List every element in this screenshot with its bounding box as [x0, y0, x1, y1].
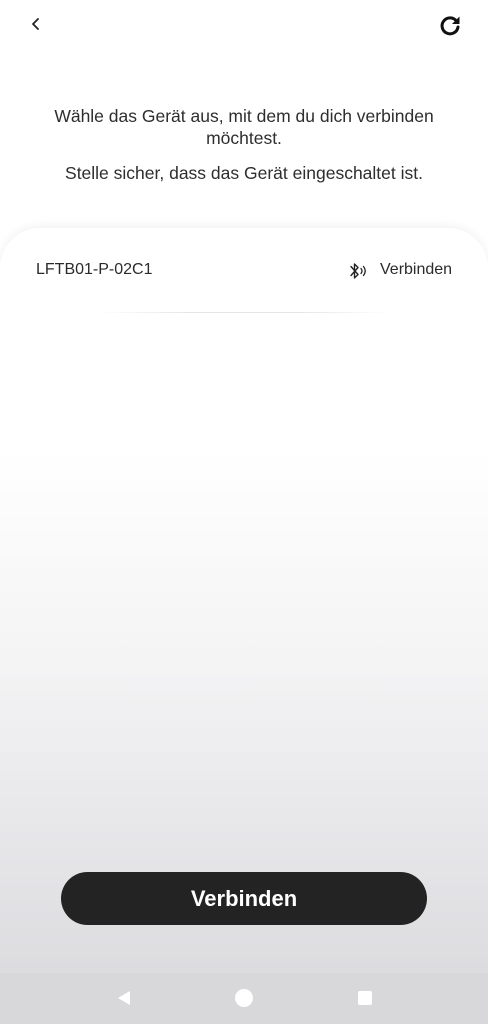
- refresh-button[interactable]: [436, 12, 464, 40]
- back-button[interactable]: [24, 10, 48, 38]
- nav-recents-button[interactable]: [354, 987, 376, 1009]
- nav-home-button[interactable]: [233, 987, 255, 1009]
- device-list-item[interactable]: LFTB01-P-02C1 Verbinden: [0, 246, 488, 296]
- device-name: LFTB01-P-02C1: [36, 261, 153, 278]
- system-navigation-bar: [0, 973, 488, 1024]
- home-circle-icon: [235, 989, 253, 1007]
- connect-button[interactable]: Verbinden: [61, 872, 427, 925]
- bluetooth-icon: [350, 263, 366, 279]
- top-bar: [0, 0, 488, 56]
- device-connect-link[interactable]: Verbinden: [380, 261, 452, 279]
- instructions: Wähle das Gerät aus, mit dem du dich ver…: [30, 105, 458, 184]
- device-list-panel: LFTB01-P-02C1 Verbinden: [0, 228, 488, 973]
- instruction-select-device: Wähle das Gerät aus, mit dem du dich ver…: [54, 106, 434, 148]
- chevron-left-icon: [32, 18, 39, 30]
- recents-square-icon: [358, 991, 372, 1005]
- back-triangle-icon: [118, 991, 130, 1005]
- refresh-icon: [440, 16, 460, 36]
- nav-back-button[interactable]: [113, 987, 135, 1009]
- instruction-power-on: Stelle sicher, dass das Gerät eingeschal…: [65, 163, 423, 183]
- row-divider: [100, 312, 388, 313]
